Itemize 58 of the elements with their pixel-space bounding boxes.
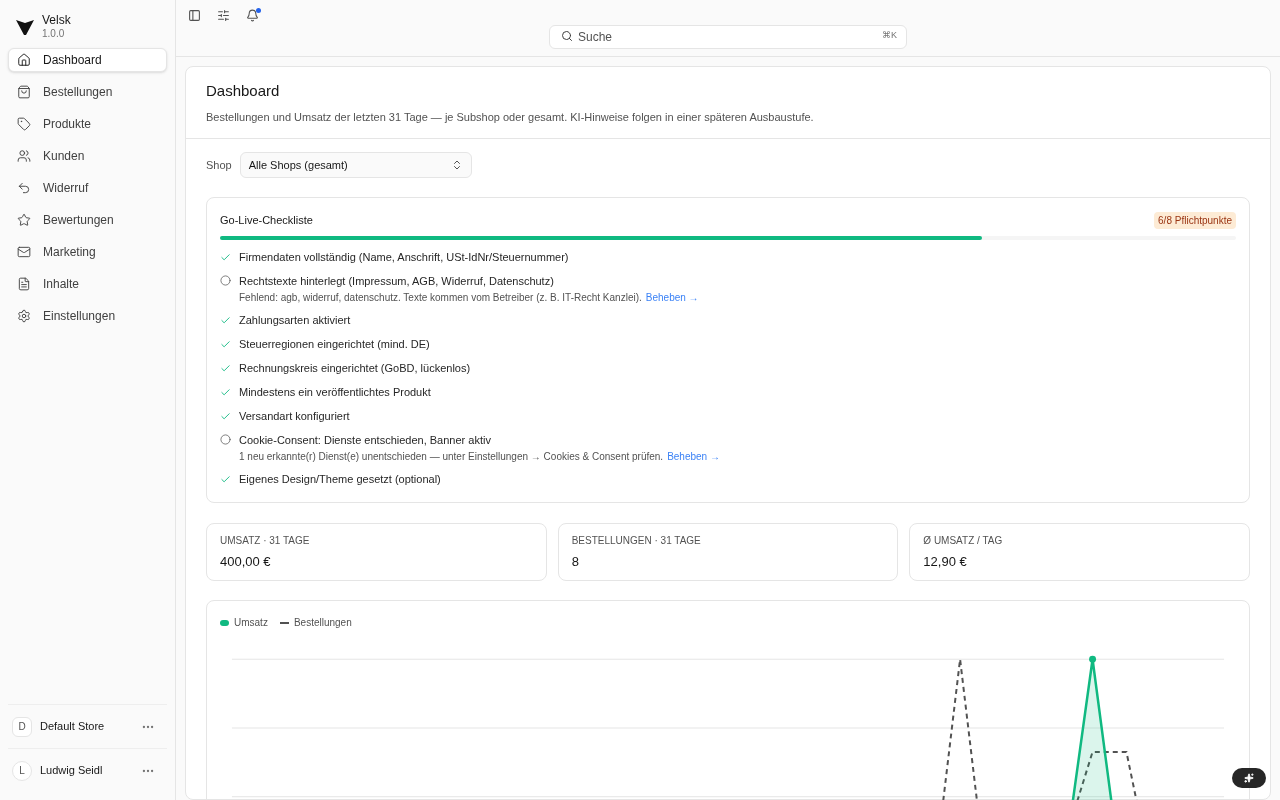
checklist-title: Go-Live-Checkliste [220, 213, 313, 229]
fix-link[interactable]: Beheben → [667, 449, 720, 464]
store-avatar: D [12, 716, 32, 737]
stat-label: BESTELLUNGEN · 31 TAGE [571, 533, 702, 548]
tag-icon [17, 117, 31, 131]
return-arrow-icon [17, 181, 31, 195]
mail-icon [17, 245, 31, 259]
nav-item[interactable]: Einstellungen [8, 304, 167, 328]
app-version: 1.0.0 [42, 28, 66, 41]
app-name: Velsk [42, 13, 71, 29]
shop-label: Shop [206, 157, 232, 173]
logo-icon [16, 19, 34, 35]
settings-icon [17, 309, 31, 323]
search-icon [561, 30, 573, 42]
checklist-item: Zahlungsarten aktiviert [239, 313, 351, 328]
nav-item[interactable]: Bestellungen [8, 80, 167, 104]
nav-item[interactable]: Bewertungen [8, 208, 167, 232]
star-icon [17, 213, 31, 227]
nav-item[interactable]: Dashboard [8, 48, 167, 72]
stat-value: 12,90 € [923, 552, 968, 571]
checklist-item: Rechnungskreis eingerichtet (GoBD, lückenlos) [239, 361, 471, 376]
user-name: Ludwig Seidl [40, 763, 104, 779]
users-icon [17, 149, 31, 163]
stat-label: Ø UMSATZ / TAG [923, 533, 1004, 548]
stat-value: 8 [571, 552, 580, 571]
document-icon [17, 277, 31, 291]
stat-value: 400,00 € [220, 552, 272, 571]
checklist-item: Cookie-Consent: Dienste entschieden, Banner aktiv [239, 433, 492, 448]
item-note: 1 neu erkannte(r) Dienst(e) unentschieden — unter Einstellungen → Cookies & Consent prüfen. [239, 450, 664, 464]
home-icon [17, 53, 31, 67]
checklist-item: Mindestens ein veröffentlichtes Produkt [239, 385, 431, 400]
checklist-item: Versandart konfiguriert [239, 409, 350, 424]
checklist-item: Steuerregionen eingerichtet (mind. DE) [239, 337, 430, 352]
sparkle-icon [1244, 773, 1254, 783]
nav-item[interactable]: Kunden [8, 144, 167, 168]
item-note: Fehlend: agb, widerruf, datenschutz. Texte kommen vom Betreiber (z. B. IT-Recht Kanzlei). [239, 291, 642, 305]
legend-label: Bestellungen [293, 616, 352, 630]
page-title: Dashboard [206, 81, 281, 101]
assistant-button[interactable] [1232, 768, 1266, 788]
page-description: Bestellungen und Umsatz der letzten 31 Tage — je Subshop oder gesamt. KI-Hinweise folgen in einer späteren Ausbaustufe. [206, 109, 815, 125]
nav-item[interactable]: Widerruf [8, 176, 167, 200]
nav-item[interactable]: Marketing [8, 240, 167, 264]
shop-select[interactable]: Alle Shops (gesamt) [239, 152, 472, 178]
nav-item[interactable]: Inhalte [8, 272, 167, 296]
bell-icon[interactable] [246, 9, 259, 22]
progress-badge: 6/8 Pflichtpunkte [1154, 212, 1236, 229]
checklist-item: Eigenes Design/Theme gesetzt (optional) [239, 472, 441, 487]
sidebar-toggle-icon[interactable] [188, 9, 201, 22]
nav-item[interactable]: Produkte [8, 112, 167, 136]
stat-label: UMSATZ · 31 TAGE [220, 533, 311, 548]
checklist-item: Firmendaten vollständig (Name, Anschrift, USt-IdNr/Steuernummer) [239, 250, 569, 265]
user-avatar: L [12, 760, 32, 781]
shortcut-hint: ⌘K [882, 29, 897, 42]
legend-label: Umsatz [234, 616, 268, 630]
store-name: Default Store [40, 719, 106, 735]
checklist-item: Rechtstexte hinterlegt (Impressum, AGB, Widerruf, Datenschutz) [239, 274, 555, 289]
fix-link[interactable]: Beheben → [645, 290, 699, 305]
sliders-icon[interactable] [217, 9, 230, 22]
